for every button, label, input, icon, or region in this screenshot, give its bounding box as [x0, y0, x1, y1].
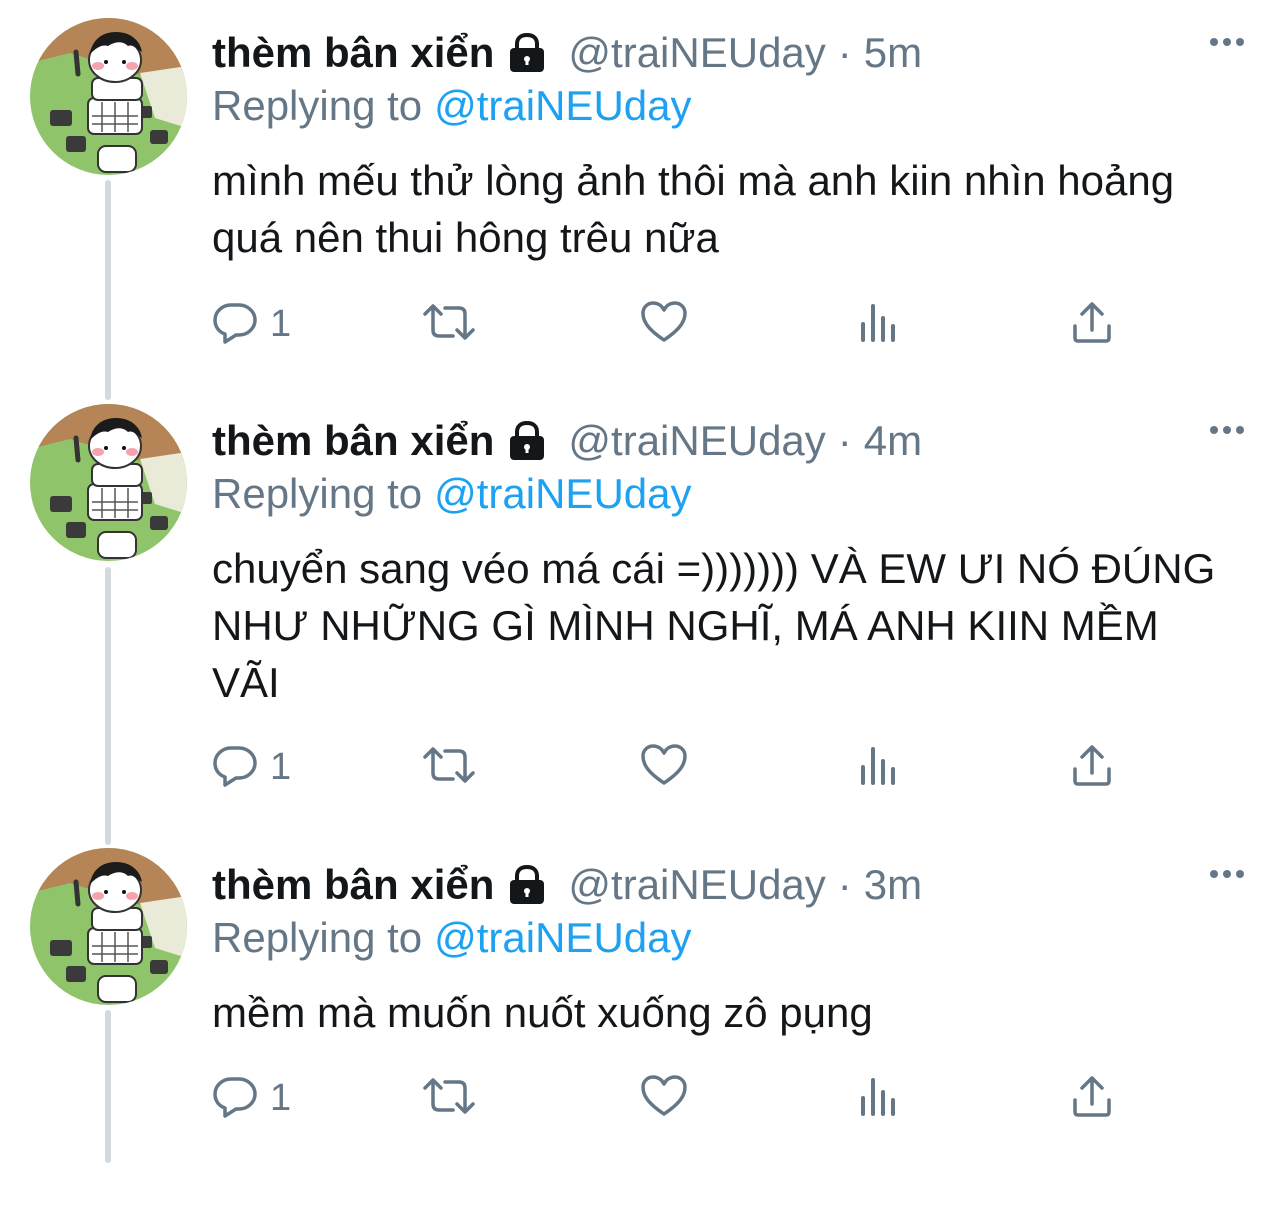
- like-icon: [640, 300, 688, 349]
- retweet-icon: [422, 1074, 476, 1123]
- retweet-button[interactable]: [422, 300, 476, 349]
- timestamp[interactable]: 4m: [864, 417, 922, 465]
- replying-label: Replying to: [212, 914, 423, 961]
- display-name[interactable]: thèm bân xiển: [212, 861, 494, 909]
- user-handle[interactable]: @traiNEUday: [568, 29, 825, 77]
- share-icon: [1070, 1074, 1114, 1123]
- replying-handle-link[interactable]: @traiNEUday: [434, 82, 691, 129]
- retweet-button[interactable]: [422, 743, 476, 792]
- lock-icon: [504, 421, 550, 461]
- reply-count: 1: [270, 746, 292, 788]
- tweet-text: mình mếu thử lòng ảnh thôi mà anh kiin n…: [212, 157, 1175, 261]
- analytics-icon: [857, 1074, 901, 1123]
- tweet-text: mềm mà muốn nuốt xuống zô pụng: [212, 989, 873, 1036]
- lock-icon: [504, 865, 550, 905]
- analytics-icon: [857, 743, 901, 792]
- reply-icon: [212, 1074, 258, 1123]
- like-button[interactable]: [640, 1074, 688, 1123]
- retweet-icon: [422, 743, 476, 792]
- retweet-button[interactable]: [422, 1074, 476, 1123]
- timestamp[interactable]: 3m: [864, 861, 922, 909]
- lock-icon: [504, 33, 550, 73]
- analytics-button[interactable]: [857, 743, 901, 792]
- replying-handle-link[interactable]: @traiNEUday: [434, 470, 691, 517]
- share-icon: [1070, 300, 1114, 349]
- reply-button[interactable]: 1: [212, 1074, 291, 1123]
- replying-label: Replying to: [212, 470, 423, 517]
- reply-count: 1: [270, 1077, 292, 1119]
- reply-button[interactable]: 1: [212, 743, 291, 792]
- replying-label: Replying to: [212, 82, 423, 129]
- action-bar: 1: [212, 300, 1132, 360]
- more-options-icon[interactable]: [1210, 426, 1244, 434]
- analytics-icon: [857, 300, 901, 349]
- replying-handle-link[interactable]: @traiNEUday: [434, 914, 691, 961]
- tweet[interactable]: thèm bân xiển @traiNEUday · 4m Replying …: [0, 388, 1284, 788]
- share-button[interactable]: [1070, 300, 1114, 349]
- share-icon: [1070, 743, 1114, 792]
- avatar[interactable]: [30, 18, 187, 175]
- user-handle[interactable]: @traiNEUday: [568, 417, 825, 465]
- separator-dot: ·: [837, 861, 852, 908]
- separator-dot: ·: [837, 29, 852, 76]
- reply-count: 1: [270, 303, 292, 345]
- reply-icon: [212, 300, 258, 349]
- like-icon: [640, 1074, 688, 1123]
- tweet[interactable]: thèm bân xiển @traiNEUday · 5m Replying …: [0, 0, 1284, 400]
- reply-icon: [212, 743, 258, 792]
- avatar[interactable]: [30, 848, 187, 1005]
- more-options-icon[interactable]: [1210, 870, 1244, 878]
- like-button[interactable]: [640, 743, 688, 792]
- separator-dot: ·: [837, 417, 852, 464]
- replying-to: Replying to @traiNEUday: [212, 470, 692, 518]
- analytics-button[interactable]: [857, 300, 901, 349]
- display-name[interactable]: thèm bân xiển: [212, 417, 494, 465]
- retweet-icon: [422, 300, 476, 349]
- action-bar: 1: [212, 1074, 1132, 1134]
- display-name[interactable]: thèm bân xiển: [212, 29, 494, 77]
- replying-to: Replying to @traiNEUday: [212, 914, 692, 962]
- action-bar: 1: [212, 743, 1132, 803]
- like-button[interactable]: [640, 300, 688, 349]
- share-button[interactable]: [1070, 1074, 1114, 1123]
- user-handle[interactable]: @traiNEUday: [568, 861, 825, 909]
- timestamp[interactable]: 5m: [864, 29, 922, 77]
- avatar[interactable]: [30, 404, 187, 561]
- like-icon: [640, 743, 688, 792]
- tweet-text: chuyển sang véo má cái =))))))) VÀ EW ƯI…: [212, 545, 1216, 706]
- analytics-button[interactable]: [857, 1074, 901, 1123]
- more-options-icon[interactable]: [1210, 38, 1244, 46]
- tweet[interactable]: thèm bân xiển @traiNEUday · 3m Replying …: [0, 832, 1284, 1232]
- reply-button[interactable]: 1: [212, 300, 291, 349]
- replying-to: Replying to @traiNEUday: [212, 82, 692, 130]
- share-button[interactable]: [1070, 743, 1114, 792]
